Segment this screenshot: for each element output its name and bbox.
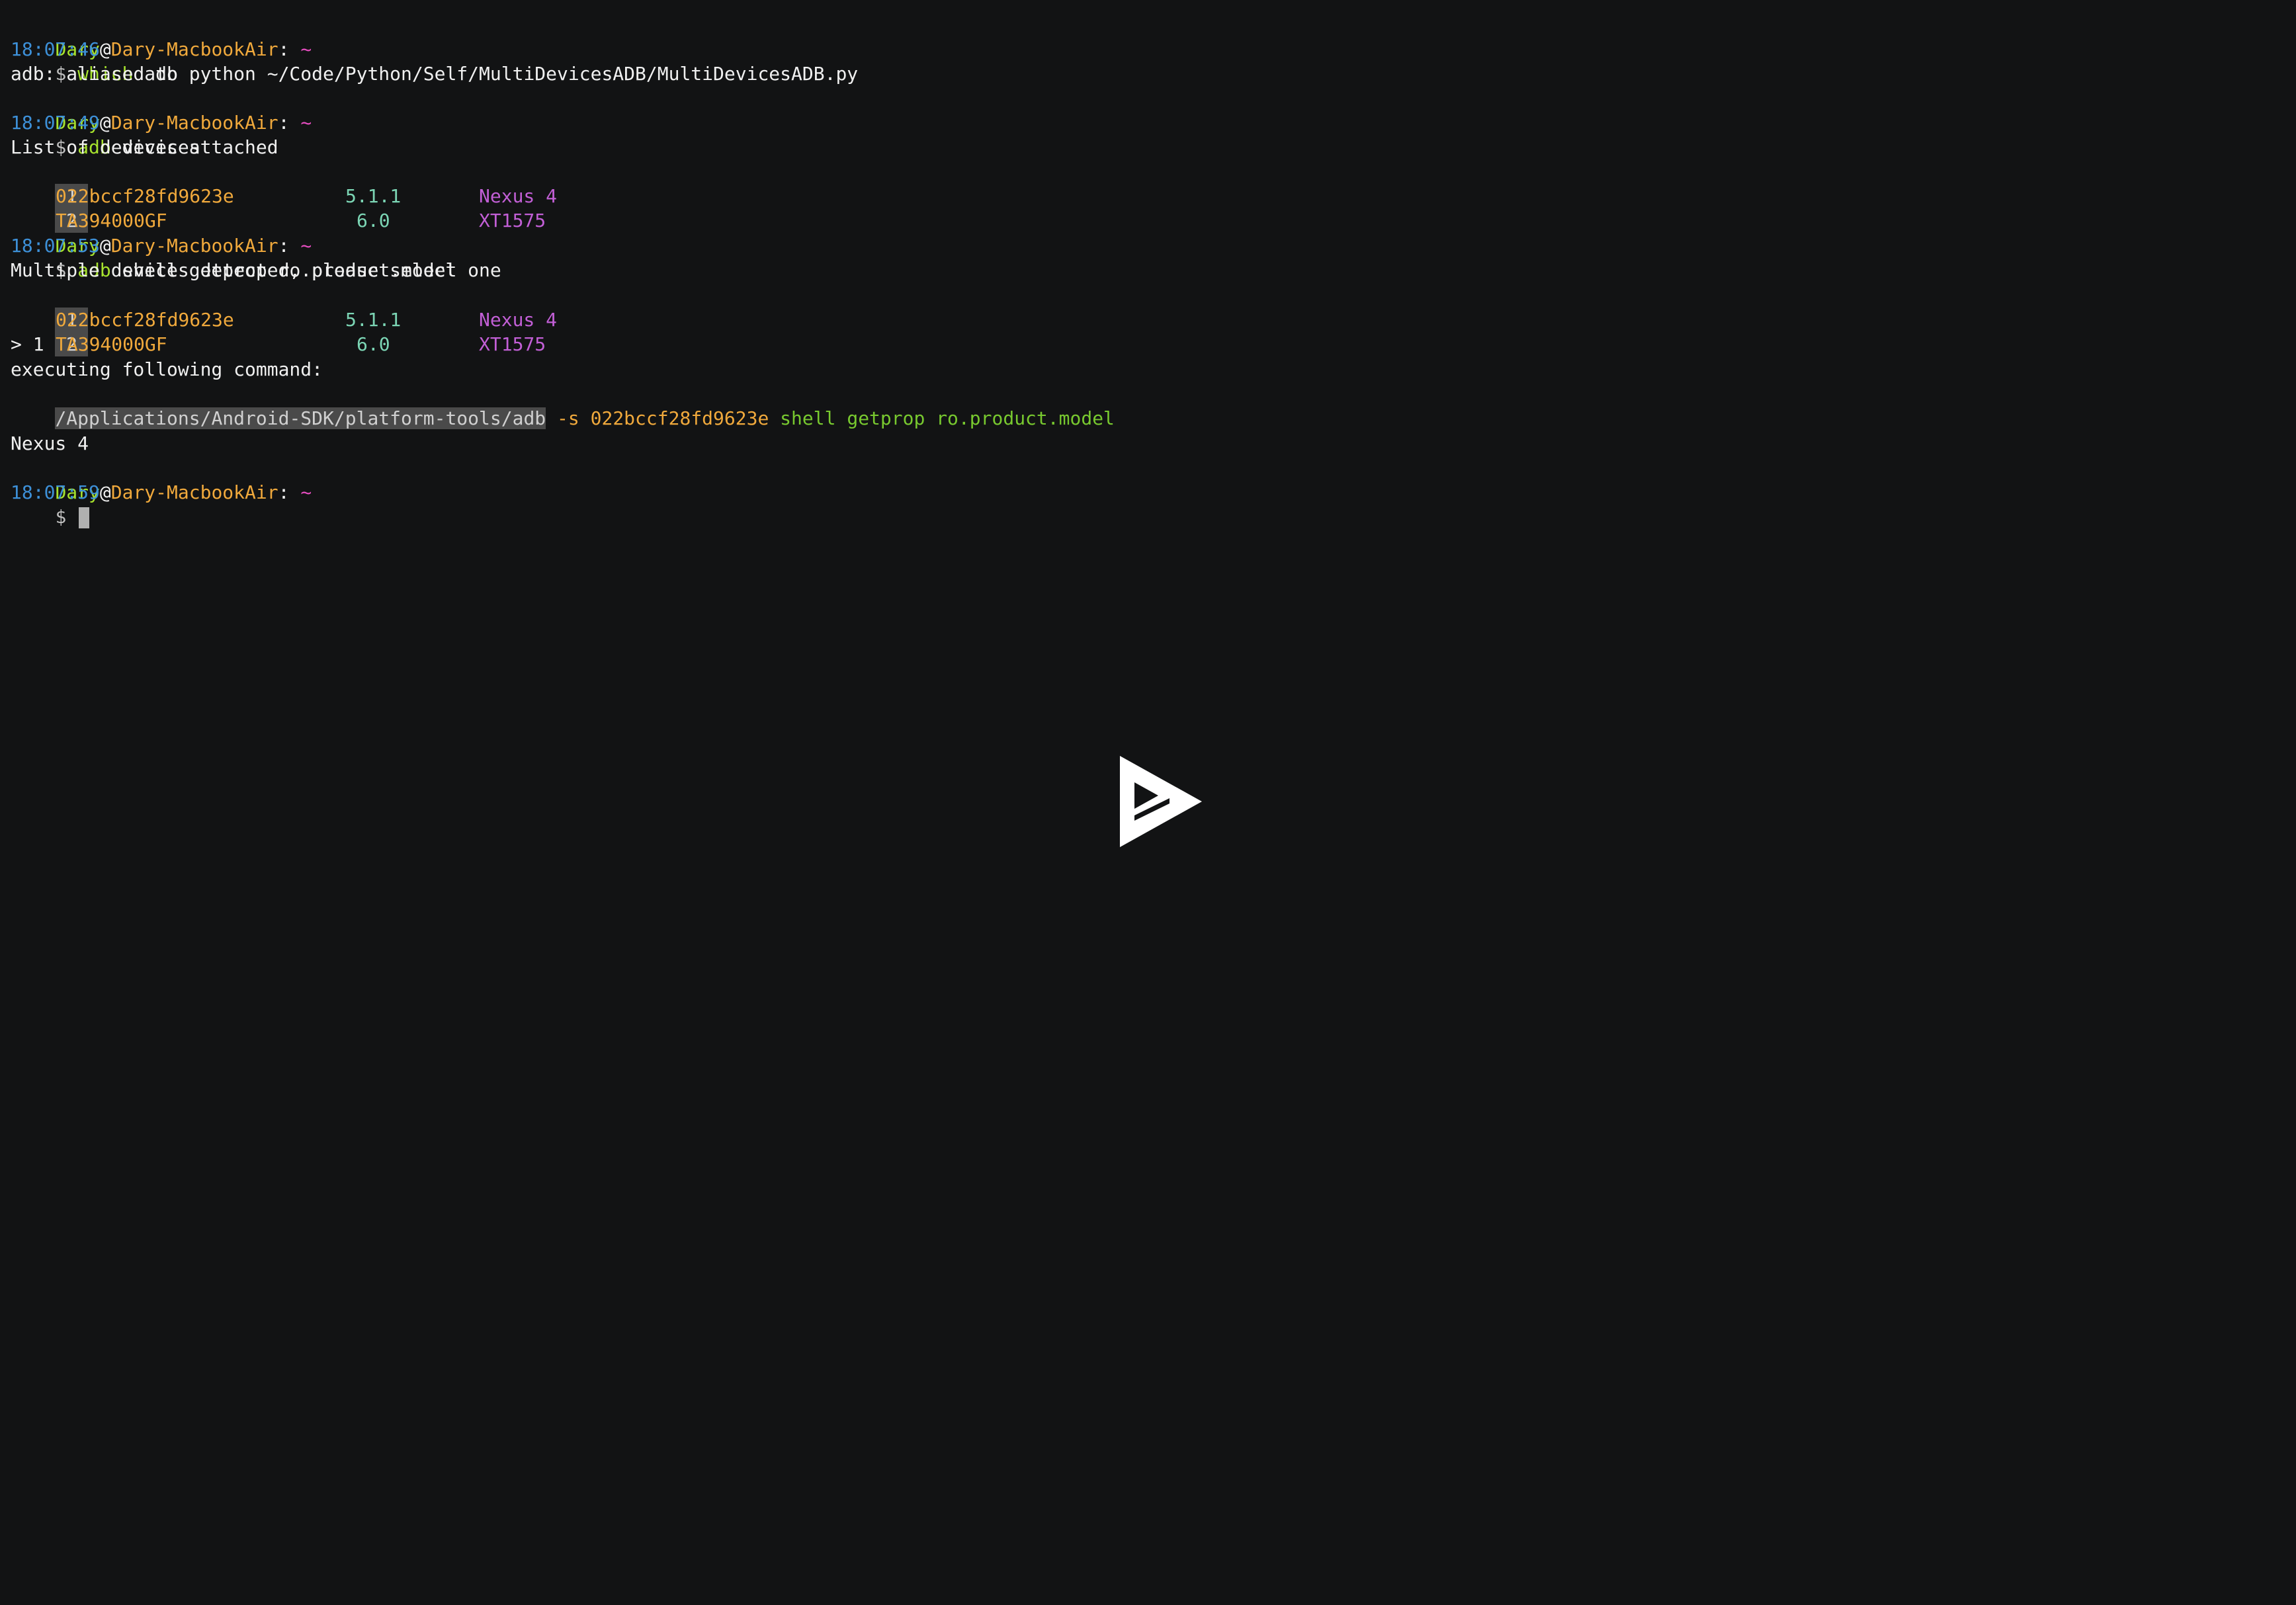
device-row: 1 022bccf28fd9623e 5.1.1 Nexus 4 (11, 159, 606, 208)
exec-label: executing following command: (11, 358, 323, 380)
terminal-window[interactable]: Dary@Dary-MacbookAir: ~ $ which adb 18:0… (0, 0, 2296, 1605)
exec-command: /Applications/Android-SDK/platform-tools… (11, 382, 1115, 429)
timestamp: 18:07:46 (11, 38, 100, 60)
result-output: Nexus 4 (11, 432, 89, 454)
prompt-symbol: $ (55, 506, 78, 528)
timestamp: 18:07:53 (11, 235, 100, 257)
play-triangle (1120, 756, 1202, 847)
exec-path: /Applications/Android-SDK/platform-tools… (55, 407, 546, 429)
exec-args: shell getprop ro.product.model (769, 407, 1115, 429)
text-cursor (79, 507, 90, 528)
device-row: 2 TA394000GF 6.0 XT1575 (11, 184, 606, 233)
prompt-line: Dary@Dary-MacbookAir: ~ (11, 456, 312, 503)
prompt-line: Dary@Dary-MacbookAir: ~ (11, 209, 312, 257)
device-row[interactable]: 1 022bccf28fd9623e 5.1.1 Nexus 4 (11, 283, 606, 332)
device-version: 6.0 (357, 210, 390, 231)
output-line: List of devices attached (11, 136, 278, 158)
prompt-line: Dary@Dary-MacbookAir: ~ (11, 86, 312, 134)
device-row[interactable]: 2 TA394000GF 6.0 XT1575 (11, 308, 606, 356)
output-line: Multiple devices detected, please select… (11, 259, 501, 281)
timestamp: 18:07:59 (11, 481, 100, 503)
device-id: TA394000GF (56, 333, 167, 355)
selection-input: > 1 (11, 333, 44, 355)
asciinema-play-icon[interactable] (1120, 756, 1202, 847)
output-line: adb: aliased to python ~/Code/Python/Sel… (11, 63, 859, 85)
exec-flag: -s 022bccf28fd9623e (546, 407, 769, 429)
prompt-line: Dary@Dary-MacbookAir: ~ (11, 13, 312, 60)
device-version: 6.0 (357, 333, 390, 355)
device-model: XT1575 (479, 333, 546, 355)
timestamp: 18:07:49 (11, 112, 100, 134)
device-model: XT1575 (479, 210, 546, 231)
